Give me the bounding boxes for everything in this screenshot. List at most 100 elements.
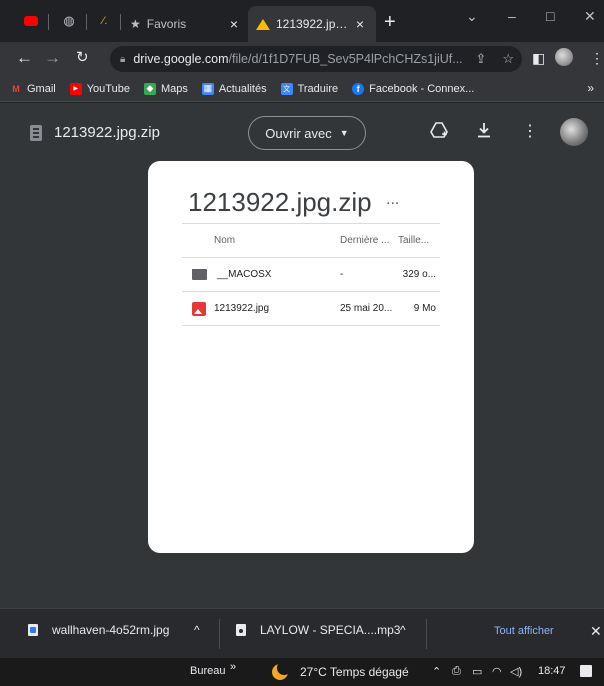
close-tab-icon[interactable]: × xyxy=(226,16,242,32)
youtube-icon xyxy=(24,16,38,26)
download-item-laylow[interactable]: LAYLOW - SPECIA....mp3 xyxy=(236,623,400,637)
tab-drive-file[interactable]: 1213922.jpg.zip × xyxy=(248,6,376,42)
profile-avatar[interactable] xyxy=(555,48,573,66)
folder-icon xyxy=(192,269,207,280)
tab-favoris[interactable]: ★ Favoris × xyxy=(122,6,250,42)
url-host: drive.google.com xyxy=(133,52,229,66)
audio-file-icon xyxy=(236,624,246,636)
row-name: __MACOSX xyxy=(217,269,272,280)
open-with-button[interactable]: Ouvrir avec ▼ xyxy=(248,116,366,150)
row-size: 9 Mo xyxy=(413,303,436,314)
bookmark-traduire[interactable]: 文 Traduire xyxy=(280,82,339,95)
desktop-toolbar-label[interactable]: Bureau xyxy=(190,665,225,677)
download-filename: wallhaven-4o52rm.jpg xyxy=(52,623,170,637)
windows-taskbar: Bureau » 27°C Temps dégagé ⌃ ⎙ ▭ ◠ ◁) 18… xyxy=(0,658,604,686)
open-with-label: Ouvrir avec xyxy=(265,125,332,141)
more-bookmarks-chevron-icon[interactable]: » xyxy=(587,81,594,95)
tray-chevron-up-icon[interactable]: ⌃ xyxy=(432,665,441,678)
bookmark-actualites[interactable]: ▦ Actualités xyxy=(201,82,267,95)
url-path: /file/d/1f1D7FUB_Sev5P4lPchCHZs1jiUf... xyxy=(228,52,463,66)
add-to-drive-svg xyxy=(430,122,448,138)
bookmark-gmail[interactable]: M Gmail xyxy=(10,82,56,95)
maximize-button[interactable]: □ xyxy=(546,8,554,24)
column-header-modified[interactable]: Dernière ... xyxy=(340,235,398,246)
download-item-wallhaven[interactable]: wallhaven-4o52rm.jpg xyxy=(28,623,169,637)
weather-text[interactable]: 27°C Temps dégagé xyxy=(300,665,409,679)
youtube-pinned-tab[interactable] xyxy=(20,10,42,32)
bookmark-label: Facebook - Connex... xyxy=(369,82,475,95)
minimize-button[interactable]: – xyxy=(508,8,516,24)
globe-pinned-tab[interactable]: ◍ xyxy=(58,10,80,32)
image-file-icon xyxy=(192,301,206,316)
row-modified: - xyxy=(340,269,344,280)
column-header-size[interactable]: Taille... xyxy=(398,235,440,246)
column-header-name[interactable]: Nom xyxy=(182,235,340,246)
tab-separator xyxy=(120,14,121,30)
tab-strip: ◍ ⁄. ★ Favoris × 1213922.jpg.zip × + ⌄ –… xyxy=(0,0,604,42)
star-icon: ★ xyxy=(130,17,141,31)
bookmark-maps[interactable]: ◆ Maps xyxy=(143,82,188,95)
bookmark-label: Maps xyxy=(160,82,188,95)
more-options-icon[interactable]: ⋮ xyxy=(522,121,538,141)
reload-icon[interactable]: ↻ xyxy=(76,48,89,68)
download-svg xyxy=(478,123,490,138)
caret-down-icon: ▼ xyxy=(339,128,349,138)
bookmark-label: Traduire xyxy=(297,82,339,95)
tab-title: 1213922.jpg.zip xyxy=(276,17,352,31)
gmail-icon: M xyxy=(12,83,20,94)
add-to-drive-icon[interactable] xyxy=(430,121,448,144)
download-icon[interactable] xyxy=(476,121,492,144)
table-header: Nom Dernière ... Taille... xyxy=(182,223,440,258)
close-shelf-icon[interactable]: ✕ xyxy=(590,623,602,640)
row-modified: 25 mai 20... xyxy=(340,303,393,314)
bookmark-facebook[interactable]: f Facebook - Connex... xyxy=(352,82,475,95)
facebook-icon: f xyxy=(352,82,365,95)
tab-title: Favoris xyxy=(146,17,187,31)
close-window-button[interactable]: ✕ xyxy=(584,8,596,25)
table-row[interactable]: __MACOSX - 329 o... xyxy=(182,258,440,292)
table-row[interactable]: 1213922.jpg 25 mai 20... 9 Mo xyxy=(182,292,440,326)
meet-now-icon[interactable]: ⎙ xyxy=(452,665,461,678)
battery-icon[interactable]: ▭ xyxy=(472,665,482,678)
notification-icon[interactable] xyxy=(580,665,592,677)
wifi-icon[interactable]: ◠ xyxy=(492,665,502,678)
drive-file-viewer: 1213922.jpg.zip Ouvrir avec ▼ ⋮ 1213922.… xyxy=(0,103,604,608)
zip-title: 1213922.jpg.zip xyxy=(188,187,372,217)
bookmark-label: Gmail xyxy=(27,82,56,95)
volume-icon[interactable]: ◁) xyxy=(510,665,522,678)
download-filename: LAYLOW - SPECIA....mp3 xyxy=(260,623,401,637)
google-drive-icon xyxy=(256,18,270,30)
globe-icon: ◍ xyxy=(63,13,75,28)
shelf-separator xyxy=(219,619,220,649)
address-bar[interactable]: 🔒︎ drive.google.com /file/d/1f1D7FUB_Sev… xyxy=(110,46,522,72)
zip-contents-table: Nom Dernière ... Taille... __MACOSX - 32… xyxy=(182,223,440,326)
tab-search-button[interactable]: ⌄ xyxy=(466,8,478,25)
zip-file-icon xyxy=(30,125,42,141)
viewer-file-title: 1213922.jpg.zip xyxy=(54,124,160,141)
close-tab-icon[interactable]: × xyxy=(352,16,368,32)
bookmark-youtube[interactable]: ▶ YouTube xyxy=(69,82,130,95)
shelf-separator xyxy=(426,619,427,649)
account-avatar[interactable] xyxy=(560,118,588,146)
youtube-icon: ▶ xyxy=(69,82,82,95)
system-clock[interactable]: 18:47 xyxy=(538,665,566,677)
bookmark-star-icon[interactable]: ☆ xyxy=(502,51,514,67)
tab-separator xyxy=(86,14,87,30)
kebab-menu-icon[interactable]: ⋮ xyxy=(590,50,604,67)
toolbar-chevron[interactable]: » xyxy=(230,661,236,673)
slash-pinned-tab[interactable]: ⁄. xyxy=(94,10,116,32)
bookmark-label: YouTube xyxy=(86,82,130,95)
row-name: 1213922.jpg xyxy=(214,303,270,314)
moon-weather-icon xyxy=(272,661,291,680)
side-panel-icon[interactable]: ◧ xyxy=(532,50,545,67)
chevron-up-icon[interactable]: ^ xyxy=(194,623,200,637)
back-arrow-icon[interactable]: ← xyxy=(16,48,33,68)
row-name-cell: 1213922.jpg xyxy=(182,301,340,316)
maps-icon: ◆ xyxy=(143,82,156,95)
chevron-up-icon[interactable]: ^ xyxy=(400,623,406,637)
new-tab-button[interactable]: + xyxy=(384,12,396,32)
forward-arrow-icon[interactable]: → xyxy=(44,48,61,68)
tab-separator xyxy=(48,14,49,30)
share-icon[interactable]: ⇪ xyxy=(475,51,486,67)
show-all-downloads-link[interactable]: Tout afficher xyxy=(494,625,554,637)
